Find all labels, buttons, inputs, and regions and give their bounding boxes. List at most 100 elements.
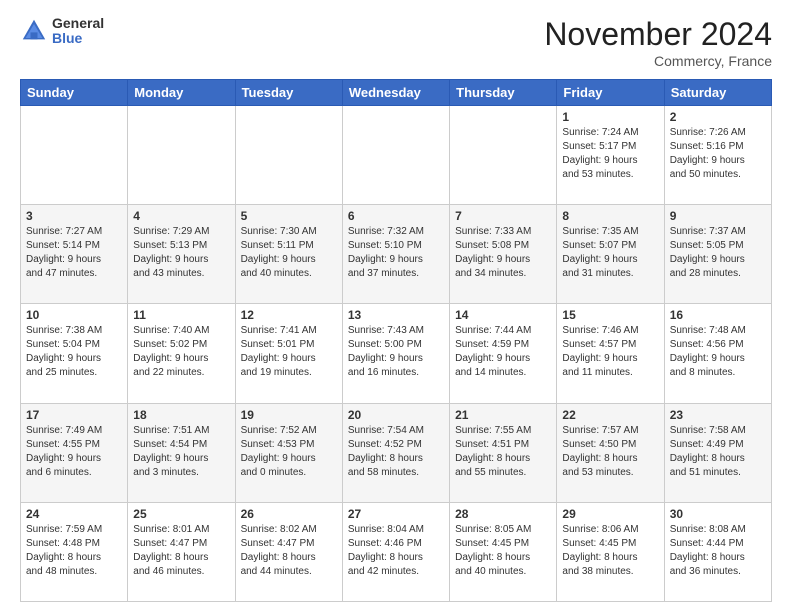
- page: General Blue November 2024 Commercy, Fra…: [0, 0, 792, 612]
- day-info: Sunrise: 7:59 AM Sunset: 4:48 PM Dayligh…: [26, 523, 122, 579]
- day-info: Sunrise: 7:46 AM Sunset: 4:57 PM Dayligh…: [562, 324, 658, 380]
- logo-blue: Blue: [52, 31, 104, 46]
- day-cell: 2 Sunrise: 7:26 AM Sunset: 5:16 PM Daylig…: [664, 106, 771, 205]
- day-number: 17: [26, 408, 122, 422]
- day-info: Sunrise: 7:35 AM Sunset: 5:07 PM Dayligh…: [562, 225, 658, 281]
- day-cell: 4 Sunrise: 7:29 AM Sunset: 5:13 PM Daylig…: [128, 205, 235, 304]
- day-info: Sunrise: 7:32 AM Sunset: 5:10 PM Dayligh…: [348, 225, 444, 281]
- day-info: Sunrise: 7:33 AM Sunset: 5:08 PM Dayligh…: [455, 225, 551, 281]
- day-info: Sunrise: 7:30 AM Sunset: 5:11 PM Dayligh…: [241, 225, 337, 281]
- day-cell: 16Sunrise: 7:48 AM Sunset: 4:56 PM Dayli…: [664, 304, 771, 403]
- day-cell: 11Sunrise: 7:40 AM Sunset: 5:02 PM Dayli…: [128, 304, 235, 403]
- day-number: 22: [562, 408, 658, 422]
- day-info: Sunrise: 7:44 AM Sunset: 4:59 PM Dayligh…: [455, 324, 551, 380]
- day-cell: [128, 106, 235, 205]
- week-row-1: 3 Sunrise: 7:27 AM Sunset: 5:14 PM Daylig…: [21, 205, 772, 304]
- day-number: 18: [133, 408, 229, 422]
- day-number: 7: [455, 209, 551, 223]
- week-row-0: 1 Sunrise: 7:24 AM Sunset: 5:17 PM Daylig…: [21, 106, 772, 205]
- day-number: 19: [241, 408, 337, 422]
- day-cell: 5 Sunrise: 7:30 AM Sunset: 5:11 PM Daylig…: [235, 205, 342, 304]
- day-number: 4: [133, 209, 229, 223]
- day-cell: 13 Sunrise: 7:43 AM Sunset: 5:00 PM Dayli…: [342, 304, 449, 403]
- day-info: Sunrise: 8:06 AM Sunset: 4:45 PM Dayligh…: [562, 523, 658, 579]
- day-cell: 27 Sunrise: 8:04 AM Sunset: 4:46 PM Dayli…: [342, 502, 449, 601]
- day-info: Sunrise: 7:24 AM Sunset: 5:17 PM Dayligh…: [562, 126, 658, 182]
- weekday-sunday: Sunday: [21, 80, 128, 106]
- day-number: 26: [241, 507, 337, 521]
- day-cell: 29Sunrise: 8:06 AM Sunset: 4:45 PM Dayli…: [557, 502, 664, 601]
- calendar-table: SundayMondayTuesdayWednesdayThursdayFrid…: [20, 79, 772, 602]
- week-row-4: 24Sunrise: 7:59 AM Sunset: 4:48 PM Dayli…: [21, 502, 772, 601]
- day-info: Sunrise: 7:55 AM Sunset: 4:51 PM Dayligh…: [455, 424, 551, 480]
- day-number: 27: [348, 507, 444, 521]
- day-info: Sunrise: 7:48 AM Sunset: 4:56 PM Dayligh…: [670, 324, 766, 380]
- day-number: 23: [670, 408, 766, 422]
- day-info: Sunrise: 7:43 AM Sunset: 5:00 PM Dayligh…: [348, 324, 444, 380]
- day-number: 8: [562, 209, 658, 223]
- day-info: Sunrise: 7:29 AM Sunset: 5:13 PM Dayligh…: [133, 225, 229, 281]
- day-info: Sunrise: 8:05 AM Sunset: 4:45 PM Dayligh…: [455, 523, 551, 579]
- day-cell: 26 Sunrise: 8:02 AM Sunset: 4:47 PM Dayli…: [235, 502, 342, 601]
- logo-general: General: [52, 16, 104, 31]
- day-cell: 3 Sunrise: 7:27 AM Sunset: 5:14 PM Daylig…: [21, 205, 128, 304]
- day-cell: [235, 106, 342, 205]
- day-info: Sunrise: 7:54 AM Sunset: 4:52 PM Dayligh…: [348, 424, 444, 480]
- logo-icon: [20, 17, 48, 45]
- day-info: Sunrise: 7:26 AM Sunset: 5:16 PM Dayligh…: [670, 126, 766, 182]
- day-cell: 21 Sunrise: 7:55 AM Sunset: 4:51 PM Dayli…: [450, 403, 557, 502]
- day-cell: 23 Sunrise: 7:58 AM Sunset: 4:49 PM Dayli…: [664, 403, 771, 502]
- weekday-header-row: SundayMondayTuesdayWednesdayThursdayFrid…: [21, 80, 772, 106]
- day-number: 5: [241, 209, 337, 223]
- logo: General Blue: [20, 16, 104, 47]
- weekday-friday: Friday: [557, 80, 664, 106]
- week-row-3: 17 Sunrise: 7:49 AM Sunset: 4:55 PM Dayli…: [21, 403, 772, 502]
- day-info: Sunrise: 8:01 AM Sunset: 4:47 PM Dayligh…: [133, 523, 229, 579]
- title-block: November 2024 Commercy, France: [544, 16, 772, 69]
- day-number: 21: [455, 408, 551, 422]
- day-cell: 14 Sunrise: 7:44 AM Sunset: 4:59 PM Dayli…: [450, 304, 557, 403]
- day-number: 13: [348, 308, 444, 322]
- weekday-wednesday: Wednesday: [342, 80, 449, 106]
- day-cell: 1 Sunrise: 7:24 AM Sunset: 5:17 PM Daylig…: [557, 106, 664, 205]
- logo-text: General Blue: [52, 16, 104, 47]
- day-number: 30: [670, 507, 766, 521]
- day-info: Sunrise: 7:57 AM Sunset: 4:50 PM Dayligh…: [562, 424, 658, 480]
- day-number: 9: [670, 209, 766, 223]
- location: Commercy, France: [544, 53, 772, 69]
- day-cell: 22 Sunrise: 7:57 AM Sunset: 4:50 PM Dayli…: [557, 403, 664, 502]
- day-info: Sunrise: 7:38 AM Sunset: 5:04 PM Dayligh…: [26, 324, 122, 380]
- day-info: Sunrise: 8:02 AM Sunset: 4:47 PM Dayligh…: [241, 523, 337, 579]
- day-cell: 9 Sunrise: 7:37 AM Sunset: 5:05 PM Daylig…: [664, 205, 771, 304]
- weekday-saturday: Saturday: [664, 80, 771, 106]
- day-cell: 20 Sunrise: 7:54 AM Sunset: 4:52 PM Dayli…: [342, 403, 449, 502]
- day-number: 3: [26, 209, 122, 223]
- day-info: Sunrise: 7:27 AM Sunset: 5:14 PM Dayligh…: [26, 225, 122, 281]
- day-info: Sunrise: 7:37 AM Sunset: 5:05 PM Dayligh…: [670, 225, 766, 281]
- day-number: 6: [348, 209, 444, 223]
- day-cell: 28 Sunrise: 8:05 AM Sunset: 4:45 PM Dayli…: [450, 502, 557, 601]
- weekday-monday: Monday: [128, 80, 235, 106]
- day-number: 1: [562, 110, 658, 124]
- day-number: 2: [670, 110, 766, 124]
- day-cell: 12Sunrise: 7:41 AM Sunset: 5:01 PM Dayli…: [235, 304, 342, 403]
- day-info: Sunrise: 7:52 AM Sunset: 4:53 PM Dayligh…: [241, 424, 337, 480]
- day-cell: [21, 106, 128, 205]
- day-number: 28: [455, 507, 551, 521]
- day-number: 20: [348, 408, 444, 422]
- day-info: Sunrise: 7:49 AM Sunset: 4:55 PM Dayligh…: [26, 424, 122, 480]
- day-number: 15: [562, 308, 658, 322]
- day-cell: 19 Sunrise: 7:52 AM Sunset: 4:53 PM Dayli…: [235, 403, 342, 502]
- day-info: Sunrise: 7:58 AM Sunset: 4:49 PM Dayligh…: [670, 424, 766, 480]
- day-cell: 6 Sunrise: 7:32 AM Sunset: 5:10 PM Daylig…: [342, 205, 449, 304]
- day-number: 12: [241, 308, 337, 322]
- day-number: 14: [455, 308, 551, 322]
- day-cell: 17 Sunrise: 7:49 AM Sunset: 4:55 PM Dayli…: [21, 403, 128, 502]
- day-info: Sunrise: 8:04 AM Sunset: 4:46 PM Dayligh…: [348, 523, 444, 579]
- day-cell: [342, 106, 449, 205]
- month-title: November 2024: [544, 16, 772, 53]
- day-info: Sunrise: 7:51 AM Sunset: 4:54 PM Dayligh…: [133, 424, 229, 480]
- week-row-2: 10Sunrise: 7:38 AM Sunset: 5:04 PM Dayli…: [21, 304, 772, 403]
- day-number: 11: [133, 308, 229, 322]
- day-cell: 24Sunrise: 7:59 AM Sunset: 4:48 PM Dayli…: [21, 502, 128, 601]
